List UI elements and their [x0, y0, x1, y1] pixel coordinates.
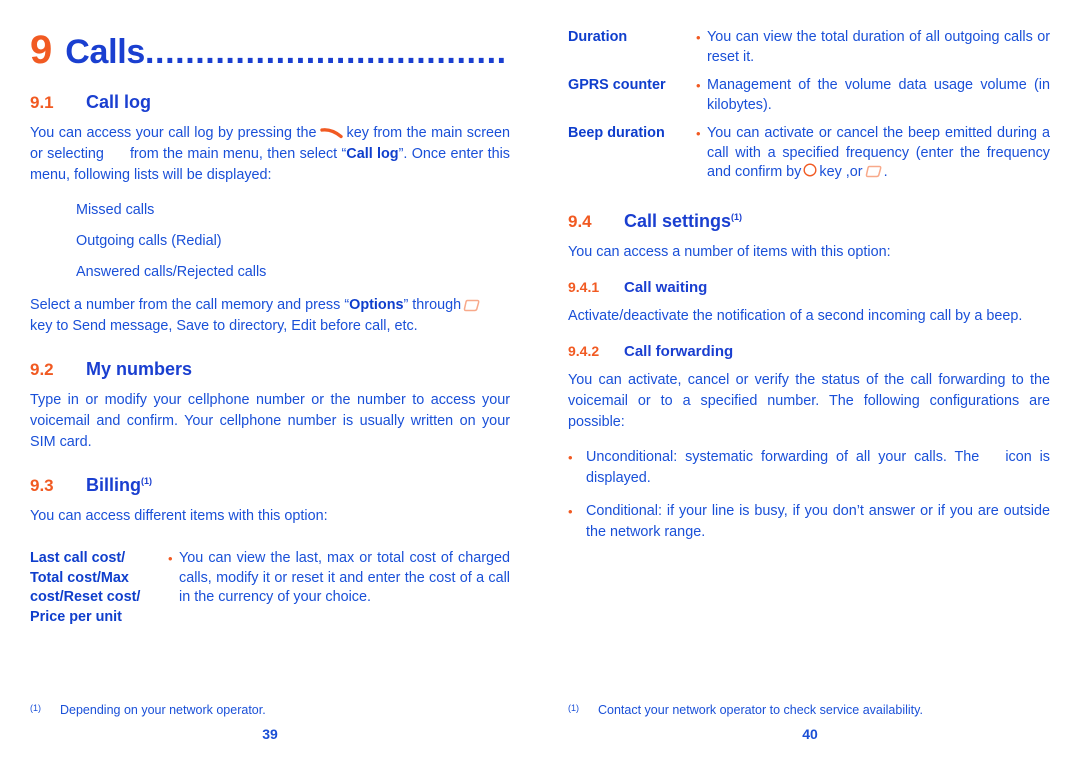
options-bold-label: Options	[349, 297, 404, 313]
subsection-heading-call-waiting: 9.4.1 Call waiting	[568, 279, 1050, 296]
billing-row: Beep duration • You can activate or canc…	[568, 124, 1050, 183]
billing-term: GPRS counter	[568, 77, 666, 93]
my-numbers-paragraph: Type in or modify your cellphone number …	[30, 392, 510, 450]
call-log-bold-label: Call log	[346, 146, 399, 162]
beep-text-c: .	[883, 164, 888, 180]
section-title: My numbers	[86, 359, 193, 379]
bullet-dot: •	[696, 126, 701, 141]
call-settings-intro: You can access a number of items with th…	[568, 243, 891, 260]
list-item: Outgoing calls (Redial)	[76, 233, 222, 249]
footnote-text: Depending on your network operator.	[60, 703, 266, 717]
billing-term: Duration	[568, 29, 628, 45]
phone-call-key-icon	[319, 125, 344, 139]
section-heading-call-log: 9.1 Call log	[30, 92, 510, 113]
call-log-text-c: from the main menu, then select “	[129, 146, 347, 162]
subsection-heading-call-forwarding: 9.4.2 Call forwarding	[568, 343, 1050, 360]
section-title: Call settings(1)	[624, 211, 742, 232]
page-number: 39	[262, 726, 278, 742]
page-number: 40	[802, 726, 818, 742]
bullet-text: Conditional: if your line is busy, if yo…	[586, 502, 1050, 540]
billing-row: Last call cost/ Total cost/Max cost/Rese…	[30, 549, 510, 627]
list-item: • Conditional: if your line is busy, if …	[568, 501, 1050, 543]
subsection-title: Call waiting	[624, 278, 708, 296]
footnote-marker: (1)	[30, 703, 41, 713]
call-waiting-paragraph: Activate/deactivate the notification of …	[568, 307, 1023, 324]
page-left: 9 Calls ................................…	[0, 0, 540, 767]
call-log-paragraph-1: You can access your call log by pressing…	[30, 123, 510, 186]
billing-intro: You can access different items with this…	[30, 508, 328, 524]
section-number: 9.2	[30, 360, 54, 379]
call-forwarding-bullets: • Unconditional: systematic forwarding o…	[568, 447, 1050, 543]
beep-text-b: key ,or	[819, 164, 863, 180]
bullet-dot: •	[696, 30, 701, 45]
footnote-right: (1) Contact your network operator to che…	[568, 702, 1050, 719]
section-number: 9.3	[30, 476, 54, 495]
chapter-title-dots: ....................................	[145, 33, 507, 70]
bullet-dot: •	[168, 551, 173, 566]
list-item: Answered calls/Rejected calls	[76, 264, 267, 280]
soft-key-icon	[865, 165, 882, 178]
call-forwarding-paragraph: You can activate, cancel or verify the s…	[568, 371, 1050, 430]
subsection-title: Call forwarding	[624, 342, 734, 360]
list-item: • Unconditional: systematic forwarding o…	[568, 447, 1050, 489]
bullet-dot: •	[696, 78, 701, 93]
billing-term: Last call cost/ Total cost/Max cost/Rese…	[30, 549, 168, 627]
soft-key-icon	[463, 298, 480, 311]
chapter-heading: 9 Calls ................................…	[30, 30, 510, 70]
footnote-marker: (1)	[568, 703, 579, 713]
subsection-number: 9.4.1	[568, 278, 600, 295]
bullet-dot: •	[568, 449, 573, 465]
section-heading-billing: 9.3 Billing(1)	[30, 475, 510, 496]
billing-description: You can activate or cancel the beep emit…	[707, 124, 1050, 183]
ok-round-key-icon	[803, 163, 817, 177]
billing-term-line: Price per unit	[30, 608, 122, 625]
section-title-text: Billing	[86, 475, 141, 495]
footnote-marker: (1)	[731, 211, 743, 222]
options-text-c: key to Send message, Save to directory, …	[30, 318, 418, 334]
billing-term-line: Total cost/Max	[30, 569, 129, 586]
section-number: 9.4	[568, 211, 592, 231]
billing-description: You can view the total duration of all o…	[707, 29, 1050, 65]
section-heading-call-settings: 9.4 Call settings(1)	[568, 211, 1050, 232]
call-log-paragraph-2: Select a number from the call memory and…	[30, 295, 510, 337]
options-text-a: Select a number from the call memory and…	[30, 297, 350, 313]
page-right: Duration • You can view the total durati…	[540, 0, 1080, 767]
section-heading-my-numbers: 9.2 My numbers	[30, 359, 510, 380]
billing-row: GPRS counter • Management of the volume …	[568, 76, 1050, 115]
billing-term: Beep duration	[568, 125, 665, 141]
list-item: Missed calls	[76, 202, 155, 218]
chapter-number: 9	[30, 30, 53, 70]
bullet-text: Unconditional: systematic forwarding of …	[586, 447, 1050, 489]
footnote-left: (1) Depending on your network operator.	[30, 702, 510, 719]
section-title-text: Call settings	[624, 210, 732, 231]
bullet-dot: •	[568, 503, 573, 519]
section-title: Call log	[86, 92, 152, 112]
section-number: 9.1	[30, 93, 54, 112]
subsection-number: 9.4.2	[568, 342, 600, 359]
bullet-text-a: Unconditional: systematic forwarding of …	[586, 448, 980, 465]
billing-description: Management of the volume data usage volu…	[707, 77, 1050, 113]
chapter-title: Calls	[65, 33, 146, 70]
billing-term-line: cost/Reset cost/	[30, 589, 141, 605]
options-text-b: ” through	[403, 297, 462, 313]
footnote-text: Contact your network operator to check s…	[598, 703, 923, 717]
billing-description: You can view the last, max or total cost…	[179, 550, 510, 605]
footnote-marker: (1)	[141, 476, 152, 486]
billing-row: Duration • You can view the total durati…	[568, 28, 1050, 67]
section-title: Billing(1)	[86, 475, 152, 496]
billing-term-line: Last call cost/	[30, 550, 126, 566]
call-log-list: Missed calls Outgoing calls (Redial) Ans…	[30, 200, 510, 283]
call-log-text-a: You can access your call log by pressing…	[30, 125, 317, 141]
